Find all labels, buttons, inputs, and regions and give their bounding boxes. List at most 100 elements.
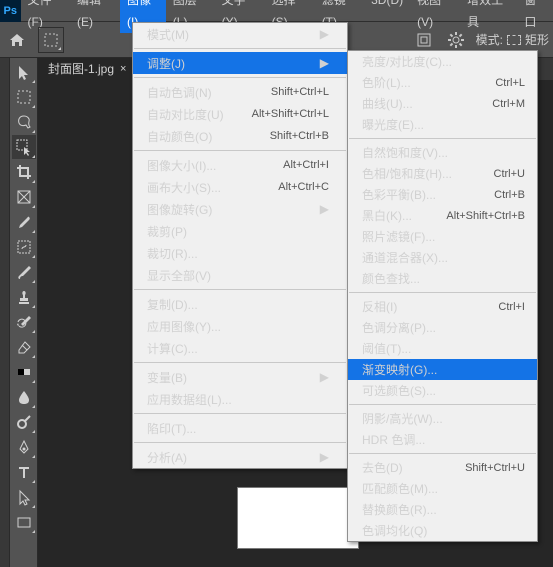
pen-tool[interactable] [12,435,36,459]
menu-item[interactable]: 应用图像(Y)... [133,315,347,337]
rectangle-tool[interactable] [12,510,36,534]
marquee-tool[interactable] [12,85,36,109]
gear-icon [448,32,464,48]
lasso-tool[interactable] [12,110,36,134]
eyedropper-tool-icon [16,214,32,231]
menu-item-label: 曲线(U)... [362,95,492,112]
menu-item[interactable]: 曝光度(E)... [348,114,537,135]
menu-item[interactable]: 调整(J)▶ [133,52,347,74]
eyedropper-tool[interactable] [12,210,36,234]
path-select-tool[interactable] [12,485,36,509]
menu-item-shortcut: Shift+Ctrl+L [271,86,329,98]
menu-item[interactable]: 计算(C)... [133,337,347,359]
menu-item-label: 复制(D)... [147,296,329,313]
path-select-tool-icon [16,489,32,506]
menu-item[interactable]: 去色(D)Shift+Ctrl+U [348,457,537,478]
menu-item[interactable]: 自动色调(N)Shift+Ctrl+L [133,81,347,103]
menu-item[interactable]: 替换颜色(R)... [348,499,537,520]
menu-item[interactable]: 反相(I)Ctrl+I [348,296,537,317]
menu-item[interactable]: 裁切(R)... [133,242,347,264]
menu-item[interactable]: 色相/饱和度(H)...Ctrl+U [348,163,537,184]
menu-item[interactable]: 亮度/对比度(C)... [348,51,537,72]
dodge-tool[interactable] [12,410,36,434]
move-tool[interactable] [12,60,36,84]
menu-item-label: 裁剪(P) [147,223,329,240]
menu-item[interactable]: 自动颜色(O)Shift+Ctrl+B [133,125,347,147]
menubar-item[interactable]: 窗口 [517,0,553,33]
heal-tool-icon [16,239,32,256]
stamp-tool[interactable] [12,285,36,309]
menu-separator [349,404,536,405]
menu-item[interactable]: 色彩平衡(B)...Ctrl+B [348,184,537,205]
lasso-tool-icon [16,114,32,131]
gradient-tool[interactable] [12,360,36,384]
menu-item-label: 计算(C)... [147,340,329,357]
menu-item[interactable]: 阈值(T)... [348,338,537,359]
settings-button[interactable] [444,28,468,52]
menu-item[interactable]: 图像旋转(G)▶ [133,198,347,220]
menu-item[interactable]: 复制(D)... [133,293,347,315]
menubar-item[interactable]: 编辑(E) [70,0,120,33]
adjustments-menu: 亮度/对比度(C)...色阶(L)...Ctrl+L曲线(U)...Ctrl+M… [347,50,538,542]
submenu-arrow-icon: ▶ [319,450,329,464]
menu-item-label: 应用图像(Y)... [147,318,329,335]
menu-item[interactable]: 可选颜色(S)... [348,380,537,401]
menu-item-label: 渐变映射(G)... [362,361,525,378]
menu-separator [134,289,346,290]
close-icon[interactable]: × [120,58,126,80]
menu-item[interactable]: HDR 色调... [348,429,537,450]
menu-item-label: 阴影/高光(W)... [362,410,525,427]
toolbar [10,58,38,567]
menu-item[interactable]: 匹配颜色(M)... [348,478,537,499]
blur-tool[interactable] [12,385,36,409]
menu-item[interactable]: 色调分离(P)... [348,317,537,338]
object-select-tool[interactable] [12,135,36,159]
menu-item[interactable]: 模式(M)▶ [133,23,347,45]
brush-tool[interactable] [12,260,36,284]
menu-item-label: 调整(J) [147,55,319,72]
pen-tool-icon [16,439,32,456]
menu-item[interactable]: 渐变映射(G)... [348,359,537,380]
menu-item[interactable]: 自动对比度(U)Alt+Shift+Ctrl+L [133,103,347,125]
document-canvas[interactable] [238,488,358,548]
menu-separator [134,150,346,151]
type-tool[interactable] [12,460,36,484]
home-button[interactable] [4,27,30,53]
blur-tool-icon [16,389,32,406]
menubar-item[interactable]: 增效工具 [460,0,517,33]
menu-item[interactable]: 照片滤镜(F)... [348,226,537,247]
menu-item[interactable]: 色阶(L)...Ctrl+L [348,72,537,93]
history-brush-tool[interactable] [12,310,36,334]
menu-item-shortcut: Ctrl+U [494,168,525,180]
artboard-button[interactable] [412,28,436,52]
menu-separator [134,362,346,363]
marquee-tool-icon [16,89,32,106]
menu-separator [134,413,346,414]
menu-item[interactable]: 图像大小(I)...Alt+Ctrl+I [133,154,347,176]
document-tab[interactable]: 封面图-1.jpg × [38,58,136,80]
menu-item-shortcut: Alt+Ctrl+C [278,181,329,193]
menubar-item[interactable]: 3D(D) [364,0,410,33]
artboard-icon [416,32,432,48]
menu-item[interactable]: 画布大小(S)...Alt+Ctrl+C [133,176,347,198]
menu-item[interactable]: 黑白(K)...Alt+Shift+Ctrl+B [348,205,537,226]
menu-item[interactable]: 阴影/高光(W)... [348,408,537,429]
menu-item[interactable]: 自然饱和度(V)... [348,142,537,163]
tool-preset-picker[interactable] [38,27,64,53]
mode-control[interactable]: 模式: 矩形 [476,31,549,48]
menu-item[interactable]: 通道混合器(X)... [348,247,537,268]
menu-item-shortcut: Alt+Ctrl+I [283,159,329,171]
eraser-tool-icon [16,339,32,356]
menu-item[interactable]: 颜色查找... [348,268,537,289]
eraser-tool[interactable] [12,335,36,359]
menu-item[interactable]: 曲线(U)...Ctrl+M [348,93,537,114]
heal-tool[interactable] [12,235,36,259]
menu-item[interactable]: 色调均化(Q) [348,520,537,541]
menu-item[interactable]: 分析(A)▶ [133,446,347,468]
menu-item: 显示全部(V) [133,264,347,286]
menu-item-label: 显示全部(V) [147,267,329,284]
frame-tool[interactable] [12,185,36,209]
submenu-arrow-icon: ▶ [319,370,329,384]
menu-separator [349,453,536,454]
crop-tool[interactable] [12,160,36,184]
